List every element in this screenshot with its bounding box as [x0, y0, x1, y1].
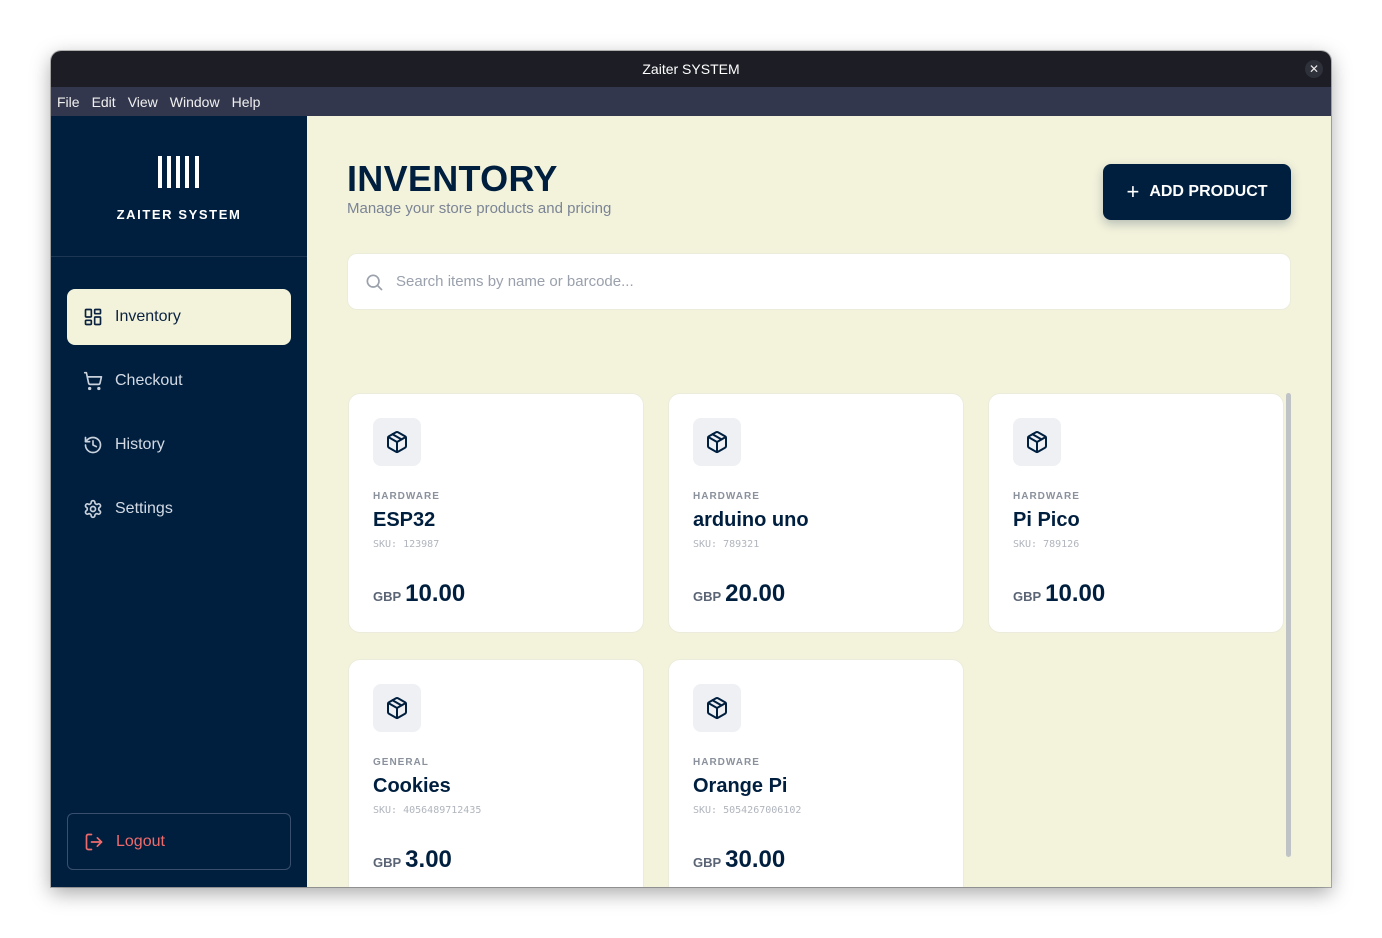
- main-content: INVENTORY Manage your store products and…: [307, 116, 1331, 887]
- price-amount: 10.00: [405, 580, 466, 607]
- price-amount: 30.00: [725, 846, 786, 873]
- sidebar-item-label: Settings: [115, 500, 173, 517]
- window-close-button[interactable]: ✕: [1305, 60, 1323, 78]
- product-price: GBP 10.00: [1013, 580, 1105, 608]
- menu-window[interactable]: Window: [170, 94, 220, 110]
- product-card-arduino-uno[interactable]: HARDWARE arduino uno SKU: 789321 GBP 20.…: [668, 393, 964, 633]
- app-window: Zaiter SYSTEM ✕ File Edit View Window He…: [51, 51, 1331, 887]
- product-card-cookies[interactable]: GENERAL Cookies SKU: 4056489712435 GBP 3…: [348, 659, 644, 887]
- search-bar[interactable]: [347, 253, 1291, 310]
- product-category: HARDWARE: [1013, 491, 1080, 502]
- logout-icon: [85, 833, 103, 850]
- product-name: Cookies: [373, 775, 451, 797]
- price-amount: 20.00: [725, 580, 786, 607]
- logout-button[interactable]: Logout: [67, 813, 291, 870]
- scrollbar-thumb[interactable]: [1286, 393, 1291, 857]
- window-title: Zaiter SYSTEM: [642, 61, 740, 77]
- menu-help[interactable]: Help: [232, 94, 261, 110]
- price-amount: 10.00: [1045, 580, 1106, 607]
- product-sku: SKU: 789321: [693, 539, 760, 550]
- product-category: HARDWARE: [693, 757, 760, 768]
- product-card-pi-pico[interactable]: HARDWARE Pi Pico SKU: 789126 GBP 10.00: [988, 393, 1284, 633]
- page-subtitle: Manage your store products and pricing: [347, 200, 612, 217]
- sidebar-item-inventory[interactable]: Inventory: [67, 289, 291, 345]
- package-icon: [693, 684, 741, 732]
- price-amount: 3.00: [405, 846, 452, 873]
- product-category: HARDWARE: [693, 491, 760, 502]
- sidebar-item-history[interactable]: History: [67, 417, 291, 473]
- gear-icon: [84, 499, 102, 519]
- add-product-button[interactable]: + ADD PRODUCT: [1103, 164, 1291, 220]
- menu-bar: File Edit View Window Help: [51, 87, 1331, 116]
- brand-area: ZAITER SYSTEM: [51, 116, 307, 257]
- price-currency: GBP: [373, 589, 402, 604]
- history-icon: [84, 436, 102, 454]
- search-icon: [366, 274, 383, 290]
- price-currency: GBP: [373, 855, 402, 870]
- product-sku: SKU: 5054267006102: [693, 805, 802, 816]
- product-price: GBP 3.00: [373, 846, 452, 874]
- sidebar-item-label: Inventory: [115, 308, 181, 325]
- package-icon: [1013, 418, 1061, 466]
- package-icon: [373, 418, 421, 466]
- product-category: GENERAL: [373, 757, 429, 768]
- plus-icon: +: [1126, 179, 1140, 204]
- cart-icon: [83, 371, 103, 391]
- price-currency: GBP: [693, 589, 722, 604]
- product-name: Orange Pi: [693, 775, 788, 797]
- title-bar[interactable]: Zaiter SYSTEM ✕: [51, 51, 1331, 87]
- product-card-orange-pi[interactable]: HARDWARE Orange Pi SKU: 5054267006102 GB…: [668, 659, 964, 887]
- product-name: Pi Pico: [1013, 509, 1080, 531]
- sidebar-item-label: History: [115, 436, 165, 453]
- package-icon: [693, 418, 741, 466]
- menu-view[interactable]: View: [128, 94, 158, 110]
- menu-edit[interactable]: Edit: [92, 94, 116, 110]
- sidebar: ZAITER SYSTEM Inventory Checkout History: [51, 116, 307, 887]
- search-input[interactable]: [396, 273, 1256, 290]
- product-price: GBP 30.00: [693, 846, 785, 874]
- logout-label: Logout: [116, 832, 165, 850]
- product-category: HARDWARE: [373, 491, 440, 502]
- sidebar-item-checkout[interactable]: Checkout: [67, 353, 291, 409]
- brand-name: ZAITER SYSTEM: [116, 207, 242, 222]
- add-product-label: ADD PRODUCT: [1149, 183, 1268, 200]
- barcode-icon: [158, 156, 200, 188]
- product-price: GBP 10.00: [373, 580, 465, 608]
- price-currency: GBP: [1013, 589, 1042, 604]
- product-sku: SKU: 123987: [373, 539, 440, 550]
- price-currency: GBP: [693, 855, 722, 870]
- product-price: GBP 20.00: [693, 580, 785, 608]
- menu-file[interactable]: File: [57, 94, 80, 110]
- product-card-esp32[interactable]: HARDWARE ESP32 SKU: 123987 GBP 10.00: [348, 393, 644, 633]
- sidebar-item-settings[interactable]: Settings: [67, 481, 291, 537]
- product-sku: SKU: 789126: [1013, 539, 1080, 550]
- sidebar-item-label: Checkout: [115, 372, 183, 389]
- grid-icon: [84, 308, 102, 326]
- product-sku: SKU: 4056489712435: [373, 805, 482, 816]
- page-title: INVENTORY: [347, 158, 558, 199]
- product-name: ESP32: [373, 509, 436, 531]
- product-name: arduino uno: [693, 509, 809, 531]
- package-icon: [373, 684, 421, 732]
